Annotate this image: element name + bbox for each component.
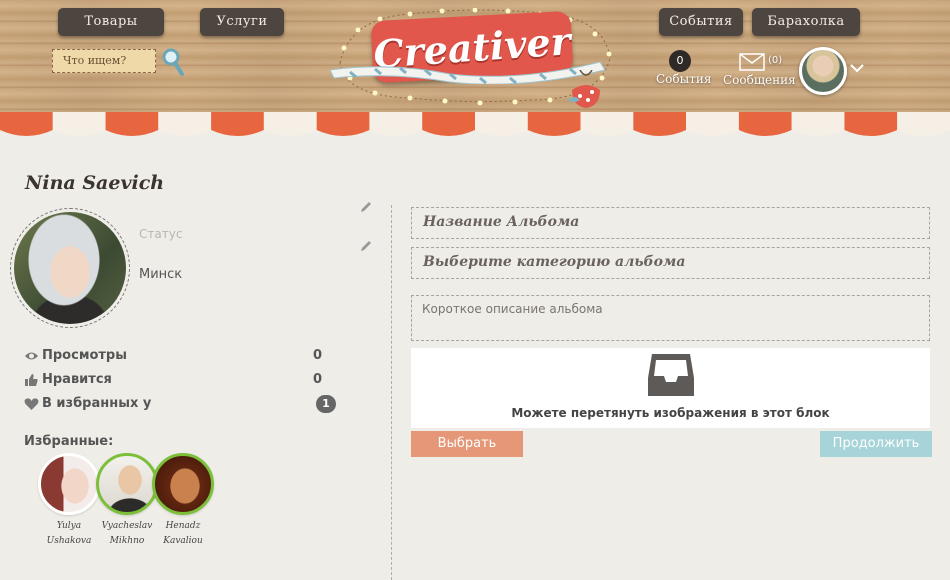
album-name-placeholder: Название Альбома bbox=[423, 214, 580, 230]
stat-label: В избранных у bbox=[42, 396, 152, 411]
continue-button[interactable]: Продолжить bbox=[820, 431, 932, 457]
favorite-user-name: Yulya Ushakova bbox=[46, 521, 92, 546]
album-category-placeholder: Выберите категорию альбома bbox=[423, 254, 686, 270]
bird-on-bag-icon bbox=[568, 70, 600, 108]
stat-label: Просмотры bbox=[42, 348, 127, 363]
thumbs-up-icon bbox=[25, 374, 38, 386]
avatar[interactable] bbox=[96, 453, 158, 515]
column-divider bbox=[391, 205, 392, 580]
events-count-badge[interactable]: 0 bbox=[669, 50, 691, 72]
choose-files-button[interactable]: Выбрать bbox=[411, 431, 523, 457]
favorited-count-badge[interactable]: 1 bbox=[316, 395, 336, 413]
stat-label: Нравится bbox=[42, 372, 112, 387]
favorites-title: Избранные: bbox=[24, 434, 114, 449]
avatar[interactable] bbox=[38, 453, 100, 515]
profile-name: Nina Saevich bbox=[25, 172, 165, 194]
user-avatar[interactable] bbox=[799, 47, 847, 95]
city-field[interactable]: Минск bbox=[139, 267, 182, 282]
messages-link[interactable]: Сообщения bbox=[723, 73, 796, 87]
album-name-input[interactable]: Название Альбома bbox=[411, 207, 930, 239]
events-link[interactable]: События bbox=[656, 72, 711, 86]
search-input[interactable]: Что ищем? bbox=[52, 49, 156, 73]
nav-services-button[interactable]: Услуги bbox=[200, 8, 284, 36]
edit-pencil-icon[interactable] bbox=[359, 239, 373, 253]
site-logo[interactable]: Creativer bbox=[330, 8, 620, 108]
stat-favorited-by: В избранных у 1 bbox=[24, 395, 336, 415]
album-category-select[interactable]: Выберите категорию альбома bbox=[411, 247, 930, 279]
favorite-user-name: Vyacheslav Mikhno bbox=[101, 521, 153, 546]
dropzone-text: Можете перетянуть изображения в этот бло… bbox=[511, 406, 830, 420]
nav-events-button[interactable]: События bbox=[659, 8, 743, 36]
inbox-tray-icon bbox=[648, 354, 694, 396]
status-field[interactable]: Статус bbox=[139, 227, 182, 241]
chevron-down-icon[interactable] bbox=[850, 63, 864, 73]
profile-photo-image bbox=[14, 212, 126, 324]
awning-decoration bbox=[0, 112, 950, 136]
nav-goods-button[interactable]: Товары bbox=[58, 8, 164, 36]
image-dropzone[interactable]: Можете перетянуть изображения в этот бло… bbox=[411, 348, 930, 428]
search-icon[interactable] bbox=[160, 47, 186, 77]
favorite-user[interactable]: Henadz Kavaliou bbox=[152, 453, 214, 549]
envelope-icon[interactable] bbox=[739, 53, 765, 71]
album-description-textarea[interactable]: Короткое описание альбома bbox=[411, 295, 930, 341]
eye-icon bbox=[25, 352, 38, 360]
stat-value: 0 bbox=[312, 348, 322, 363]
avatar[interactable] bbox=[152, 453, 214, 515]
heart-icon bbox=[24, 398, 39, 410]
favorite-user[interactable]: Vyacheslav Mikhno bbox=[96, 453, 158, 549]
edit-pencil-icon[interactable] bbox=[359, 200, 373, 214]
profile-photo bbox=[10, 208, 130, 328]
stat-likes: Нравится 0 bbox=[24, 371, 336, 391]
nav-flea-market-button[interactable]: Барахолка bbox=[752, 8, 860, 36]
favorite-user-name: Henadz Kavaliou bbox=[163, 521, 203, 546]
stat-value: 0 bbox=[312, 372, 322, 387]
site-header: Товары Услуги События Барахолка Что ищем… bbox=[0, 0, 950, 118]
favorite-user[interactable]: Yulya Ushakova bbox=[38, 453, 100, 549]
messages-count: (0) bbox=[768, 55, 783, 66]
stat-views: Просмотры 0 bbox=[24, 347, 336, 367]
album-description-placeholder: Короткое описание альбома bbox=[422, 302, 603, 316]
